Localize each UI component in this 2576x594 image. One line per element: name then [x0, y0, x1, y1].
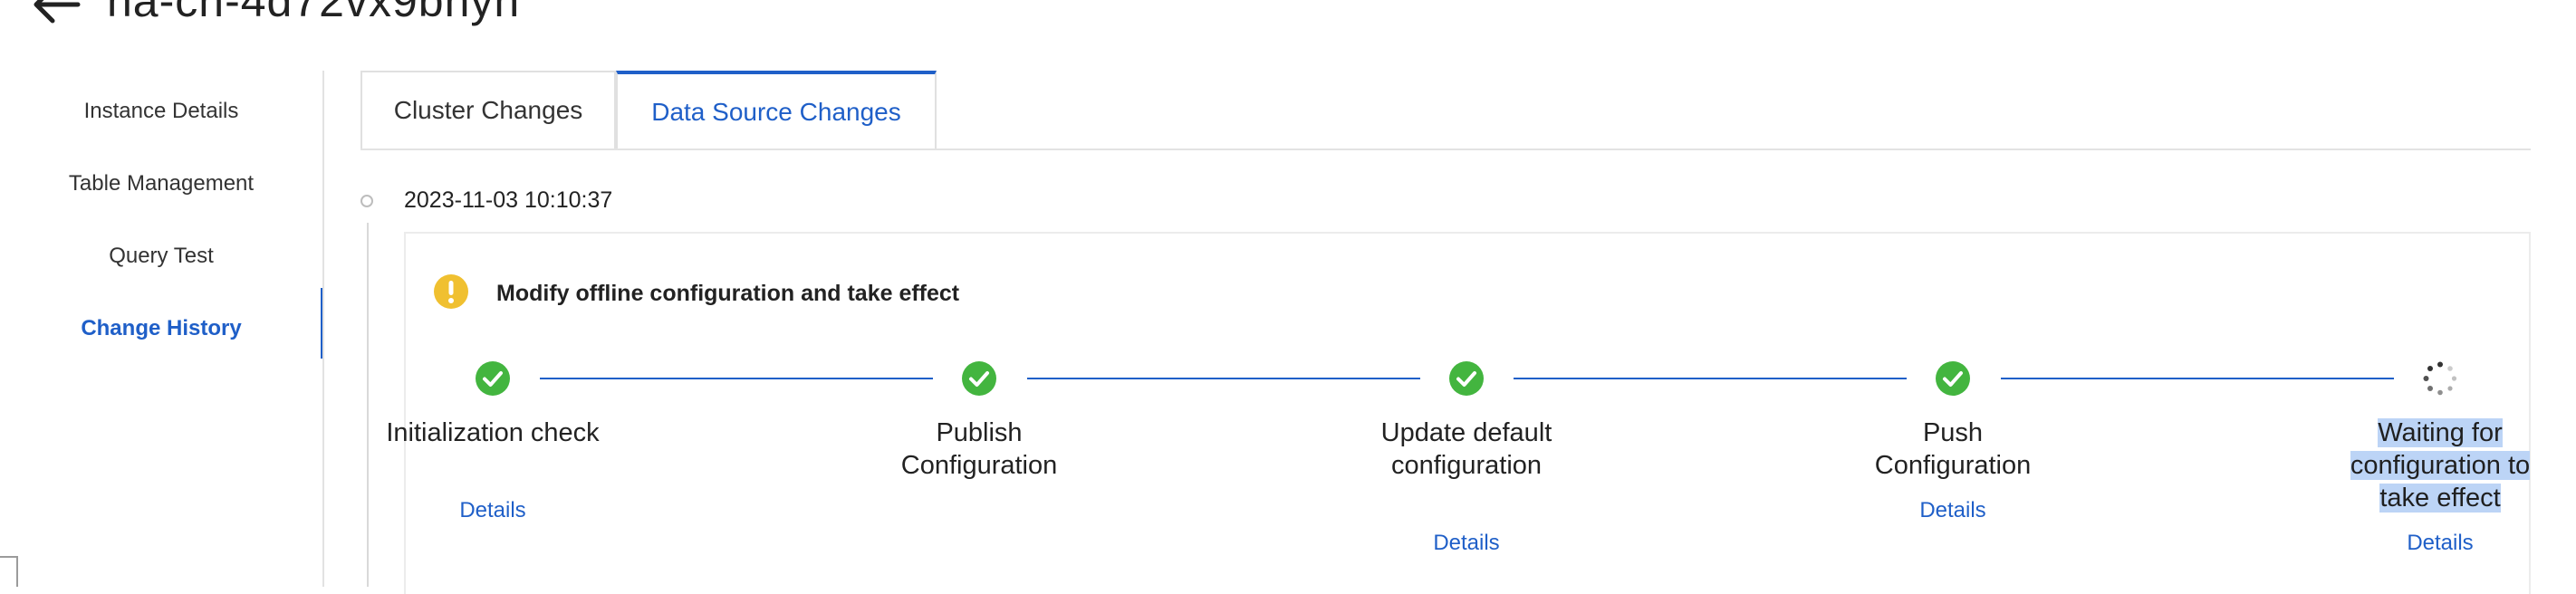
step-label-update-default-configuration: Update default configuration — [1380, 418, 1552, 480]
check-circle-icon — [962, 361, 996, 396]
step-label-waiting-for-configuration: Waiting for configuration to take effect — [2350, 417, 2531, 514]
window-corner-fragment — [0, 556, 18, 587]
tab-label: Cluster Changes — [393, 96, 583, 124]
tab-cluster-changes[interactable]: Cluster Changes — [360, 71, 616, 148]
sidebar: Instance Details Table Management Query … — [0, 71, 324, 587]
page-title: ha-cn-4d72vx9bnyn — [107, 0, 521, 26]
sidebar-item-query-test[interactable]: Query Test — [0, 244, 322, 269]
check-circle-icon — [476, 361, 510, 396]
sidebar-divider — [322, 71, 324, 587]
step-connector — [1514, 378, 1907, 379]
check-circle-icon — [1449, 361, 1484, 396]
tab-bar: Cluster Changes Data Source Changes — [360, 71, 2531, 150]
change-timestamp: 2023-11-03 10:10:37 — [404, 187, 613, 213]
tab-label: Data Source Changes — [651, 98, 901, 126]
sidebar-item-change-history[interactable]: Change History — [0, 316, 322, 341]
step-details-link[interactable]: Details — [2350, 531, 2531, 556]
step-details-link[interactable]: Details — [1862, 498, 2043, 523]
step-label-push-configuration: Push Configuration — [1874, 418, 2032, 480]
step-label-initialization-check: Initialization check — [386, 418, 600, 447]
warning-icon — [434, 274, 468, 309]
check-circle-icon — [1936, 361, 1970, 396]
step-details-link[interactable]: Details — [1376, 531, 1557, 556]
back-arrow-icon[interactable] — [31, 0, 82, 27]
change-title: Modify offline configuration and take ef… — [496, 281, 960, 306]
step-label-publish-configuration: Publish Configuration — [900, 418, 1058, 480]
loading-spinner-icon — [2423, 361, 2457, 396]
sidebar-item-instance-details[interactable]: Instance Details — [0, 99, 322, 124]
step-connector — [540, 378, 933, 379]
timeline-dot — [360, 195, 373, 207]
step-details-link[interactable]: Details — [402, 498, 583, 523]
page-header: ha-cn-4d72vx9bnyn — [0, 0, 2576, 36]
sidebar-item-table-management[interactable]: Table Management — [0, 171, 322, 196]
tab-baseline — [360, 148, 2531, 150]
step-connector — [2001, 378, 2394, 379]
tab-data-source-changes[interactable]: Data Source Changes — [616, 71, 937, 150]
step-label-text: Waiting for configuration to take effect — [2350, 418, 2531, 513]
step-connector — [1027, 378, 1420, 379]
timeline-line — [367, 223, 369, 587]
